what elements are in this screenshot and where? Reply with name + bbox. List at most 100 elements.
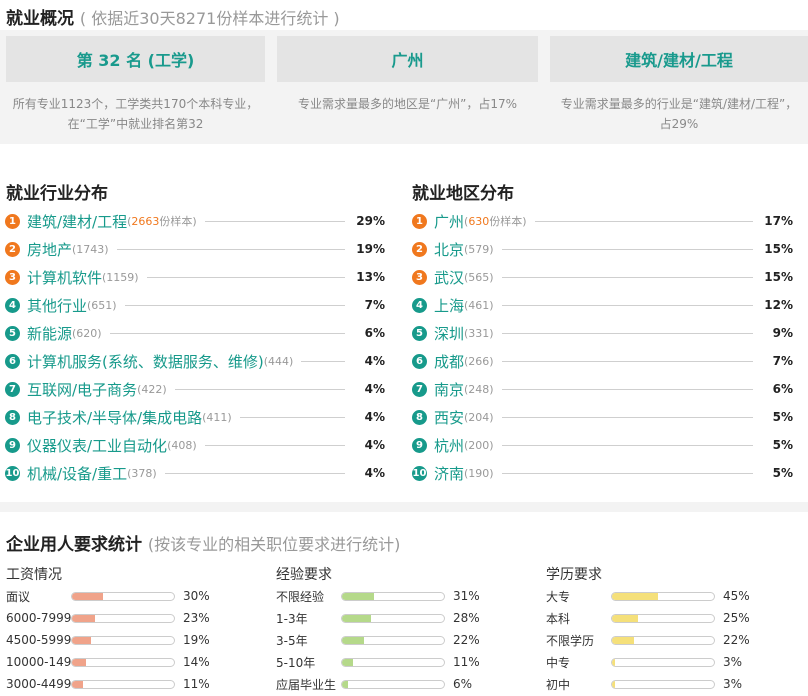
region-row[interactable]: 10 济南 (190) 5%	[412, 462, 793, 484]
rank-badge: 1	[412, 213, 427, 229]
industry-pct: 4%	[364, 466, 385, 480]
leader-line	[174, 388, 345, 390]
rank-badge: 7	[5, 381, 20, 397]
region-row[interactable]: 6 成都 (266) 7%	[412, 350, 793, 372]
leader-line	[501, 248, 753, 250]
region-name[interactable]: 广州	[434, 211, 464, 232]
industry-row[interactable]: 4 其他行业 (651) 7%	[5, 294, 385, 316]
education-bar-row: 初中 3%	[546, 674, 742, 694]
bar-fill	[72, 680, 84, 688]
leader-line	[501, 360, 753, 362]
industry-name[interactable]: 计算机软件	[27, 267, 102, 288]
region-count: (200)	[464, 438, 494, 452]
bar-track	[341, 679, 445, 689]
industry-name[interactable]: 互联网/电子商务	[27, 379, 137, 400]
bar-fill	[342, 680, 349, 688]
industry-count: (651)	[87, 298, 117, 312]
region-pct: 17%	[764, 214, 793, 228]
education-title: 学历要求	[546, 567, 602, 583]
region-pct: 5%	[772, 466, 793, 480]
region-pct: 5%	[772, 410, 793, 424]
industry-row[interactable]: 2 房地产 (1743) 19%	[5, 238, 385, 260]
industry-row[interactable]: 1 建筑/建材/工程 (2663份样本) 29%	[5, 210, 385, 232]
education-bar-row: 不限学历 22%	[546, 630, 750, 650]
rank-badge: 4	[412, 297, 427, 313]
bar-value: 25%	[723, 611, 750, 625]
rank-badge: 2	[412, 241, 427, 257]
region-name[interactable]: 杭州	[434, 435, 464, 456]
region-row[interactable]: 1 广州 (630份样本) 17%	[412, 210, 793, 232]
region-title: 就业地区分布	[412, 184, 514, 204]
region-pct: 7%	[772, 354, 793, 368]
industry-count: (1743)	[72, 242, 109, 256]
industry-row[interactable]: 5 新能源 (620) 6%	[5, 322, 385, 344]
leader-line	[204, 444, 345, 446]
region-name[interactable]: 武汉	[434, 267, 464, 288]
industry-title: 就业行业分布	[6, 184, 108, 204]
industry-pct: 6%	[364, 326, 385, 340]
region-row[interactable]: 3 武汉 (565) 15%	[412, 266, 793, 288]
region-name[interactable]: 西安	[434, 407, 464, 428]
industry-name[interactable]: 机械/设备/重工	[27, 463, 127, 484]
industry-name[interactable]: 新能源	[27, 323, 72, 344]
industry-pct: 29%	[356, 214, 385, 228]
bar-label: 初中	[546, 677, 571, 692]
salary-bar-row: 6000-7999 23%	[6, 608, 210, 628]
bar-track	[611, 591, 715, 601]
region-name[interactable]: 成都	[434, 351, 464, 372]
overview-subtitle: ( 依据近30天8271份样本进行统计 )	[79, 9, 340, 28]
industry-row[interactable]: 8 电子技术/半导体/集成电路 (411) 4%	[5, 406, 385, 428]
region-row[interactable]: 5 深圳 (331) 9%	[412, 322, 793, 344]
industry-row[interactable]: 3 计算机软件 (1159) 13%	[5, 266, 385, 288]
bar-label: 大专	[546, 589, 571, 604]
bar-fill	[342, 636, 365, 644]
region-name[interactable]: 深圳	[434, 323, 464, 344]
region-name[interactable]: 北京	[434, 239, 464, 260]
bar-label: 4500-5999	[6, 633, 71, 647]
industry-name[interactable]: 电子技术/半导体/集成电路	[27, 407, 202, 428]
experience-bar-row: 3-5年 22%	[276, 630, 480, 650]
industry-pct: 7%	[364, 298, 385, 312]
industry-row[interactable]: 6 计算机服务(系统、数据服务、维修) (444) 4%	[5, 350, 385, 372]
salary-title: 工资情况	[6, 567, 62, 583]
leader-line	[501, 304, 753, 306]
industry-name[interactable]: 仪器仪表/工业自动化	[27, 435, 167, 456]
region-row[interactable]: 8 西安 (204) 5%	[412, 406, 793, 428]
region-row[interactable]: 7 南京 (248) 6%	[412, 378, 793, 400]
bar-track	[341, 613, 445, 623]
industry-name[interactable]: 建筑/建材/工程	[27, 211, 127, 232]
region-row[interactable]: 4 上海 (461) 12%	[412, 294, 793, 316]
region-name[interactable]: 南京	[434, 379, 464, 400]
industry-row[interactable]: 10 机械/设备/重工 (378) 4%	[5, 462, 385, 484]
bar-value: 11%	[453, 655, 480, 669]
rank-badge: 8	[5, 409, 20, 425]
region-row[interactable]: 2 北京 (579) 15%	[412, 238, 793, 260]
industry-name[interactable]: 其他行业	[27, 295, 87, 316]
leader-line	[501, 332, 753, 334]
region-count: (190)	[464, 466, 494, 480]
bar-fill	[612, 614, 638, 622]
leader-line	[501, 444, 753, 446]
rank-badge: 5	[412, 325, 427, 341]
leader-line	[501, 416, 753, 418]
industry-count: (444)	[263, 354, 294, 368]
region-name[interactable]: 济南	[434, 463, 464, 484]
rank-badge: 2	[5, 241, 20, 257]
bar-value: 22%	[723, 633, 750, 647]
industry-row[interactable]: 9 仪器仪表/工业自动化 (408) 4%	[5, 434, 385, 456]
leader-line	[164, 472, 345, 474]
experience-bar-row: 不限经验 31%	[276, 586, 480, 606]
industry-pct: 4%	[364, 354, 385, 368]
region-name[interactable]: 上海	[434, 295, 464, 316]
region-pct: 12%	[764, 298, 793, 312]
rank-badge: 8	[412, 409, 427, 425]
industry-name[interactable]: 房地产	[27, 239, 72, 260]
experience-title: 经验要求	[276, 567, 332, 583]
top-region-card-value: 广州	[391, 51, 424, 70]
industry-name[interactable]: 计算机服务(系统、数据服务、维修)	[27, 351, 264, 372]
industry-row[interactable]: 7 互联网/电子商务 (422) 4%	[5, 378, 385, 400]
bar-label: 应届毕业生	[276, 677, 337, 692]
bar-track	[611, 679, 715, 689]
region-row[interactable]: 9 杭州 (200) 5%	[412, 434, 793, 456]
bar-track	[71, 613, 175, 623]
